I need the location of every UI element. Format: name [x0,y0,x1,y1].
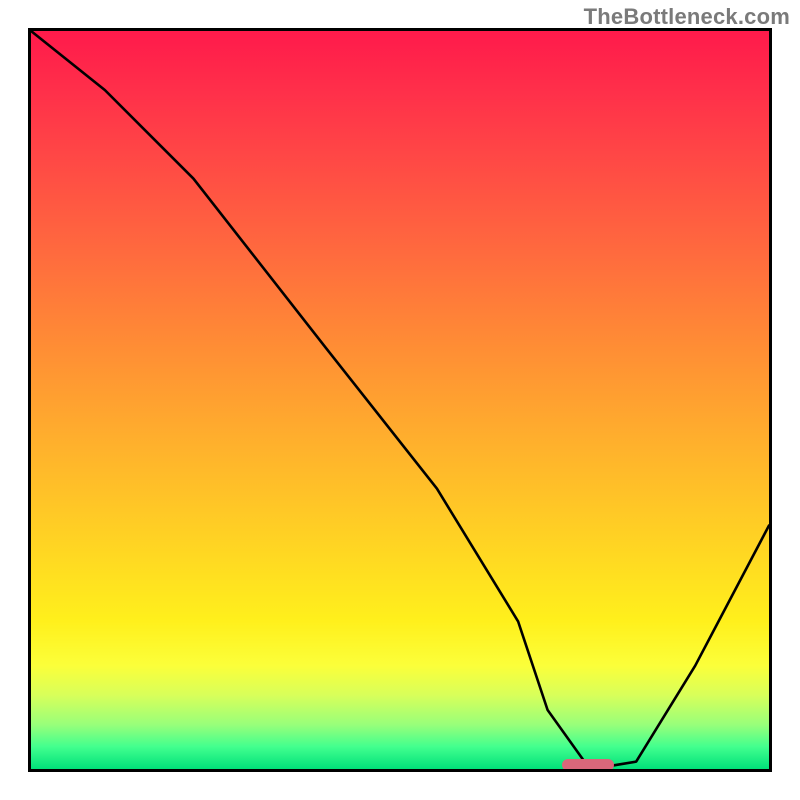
optimal-marker [562,759,614,771]
chart-stage: TheBottleneck.com [0,0,800,800]
watermark-text: TheBottleneck.com [584,4,790,30]
plot-area [28,28,772,772]
bottleneck-curve [31,31,769,769]
